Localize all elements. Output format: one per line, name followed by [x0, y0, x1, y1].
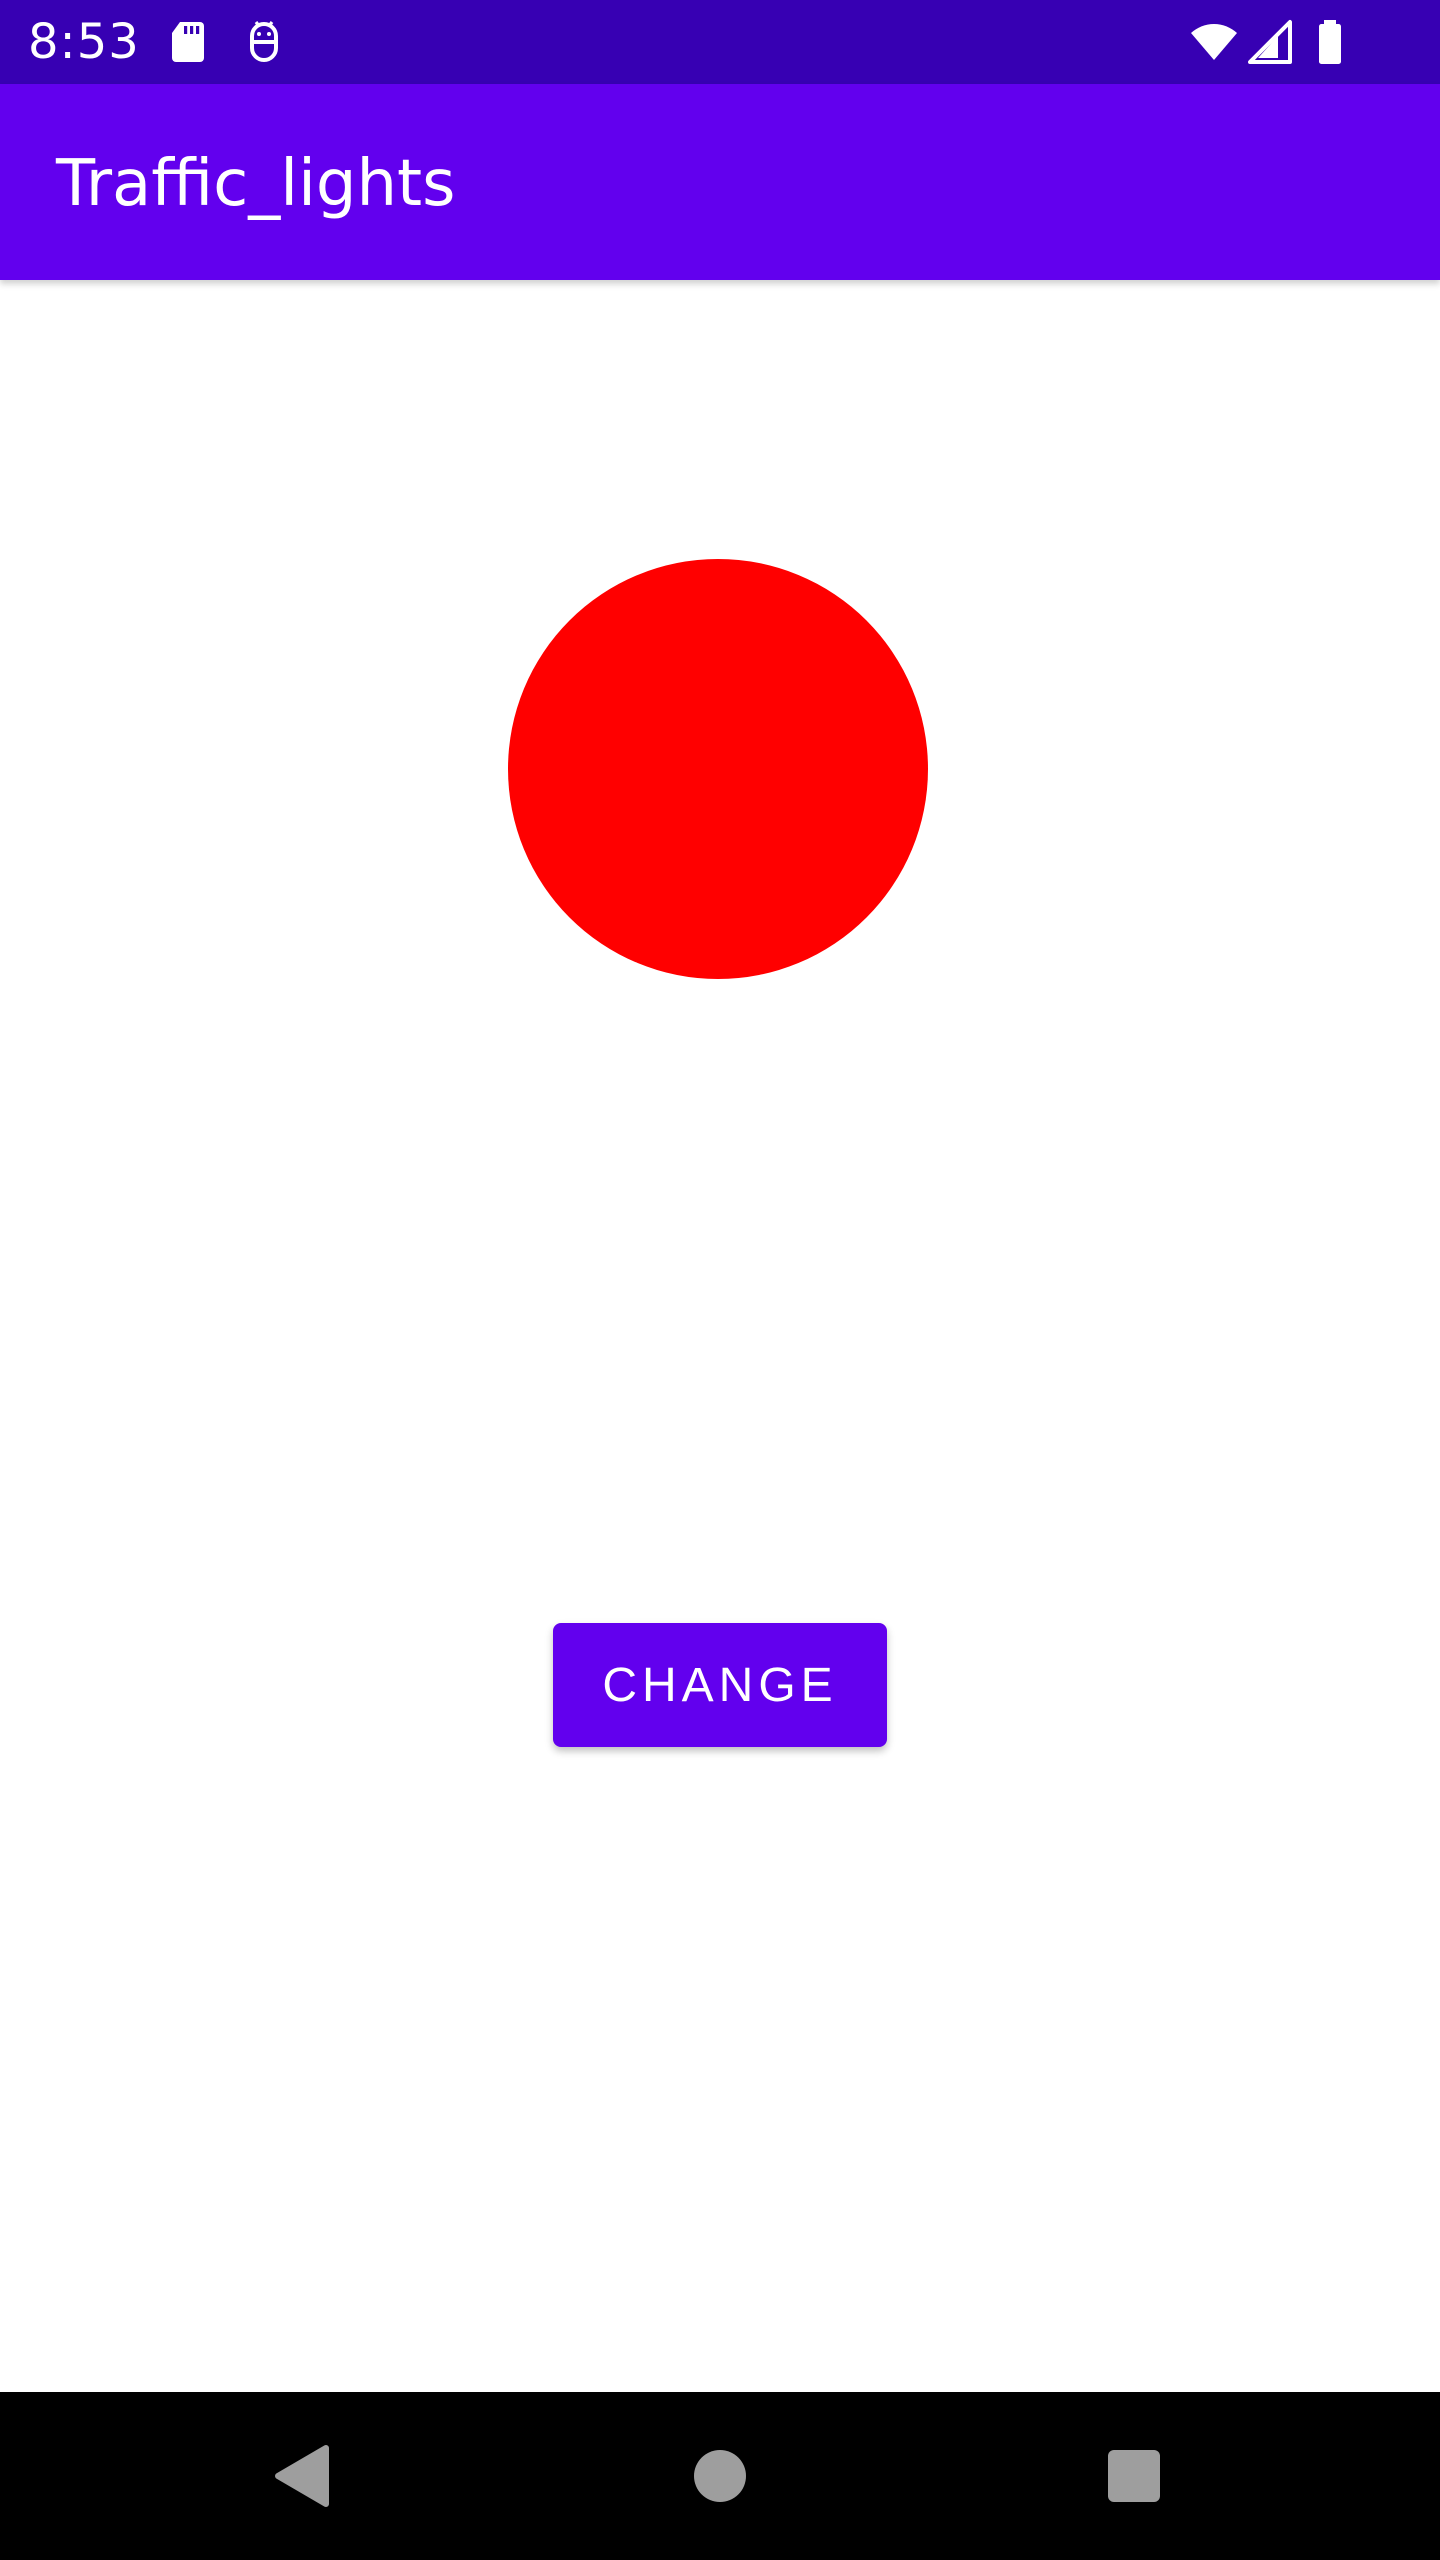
screen: 8:53 Traffic_lights CHANGE — [0, 0, 1440, 2560]
app-title: Traffic_lights — [56, 147, 456, 221]
traffic-light — [508, 559, 928, 979]
battery-icon — [1306, 18, 1354, 66]
status-bar: 8:53 — [0, 0, 1440, 84]
app-bar: Traffic_lights — [0, 84, 1440, 280]
home-icon[interactable] — [680, 2436, 760, 2516]
recents-icon[interactable] — [1094, 2436, 1174, 2516]
status-time: 8:53 — [28, 14, 140, 70]
navigation-bar — [0, 2392, 1440, 2560]
android-debug-icon — [240, 18, 288, 66]
change-button[interactable]: CHANGE — [553, 1623, 887, 1747]
sd-card-icon — [166, 18, 214, 66]
back-icon[interactable] — [262, 2436, 342, 2516]
wifi-icon — [1186, 18, 1242, 66]
signal-icon — [1246, 18, 1294, 66]
